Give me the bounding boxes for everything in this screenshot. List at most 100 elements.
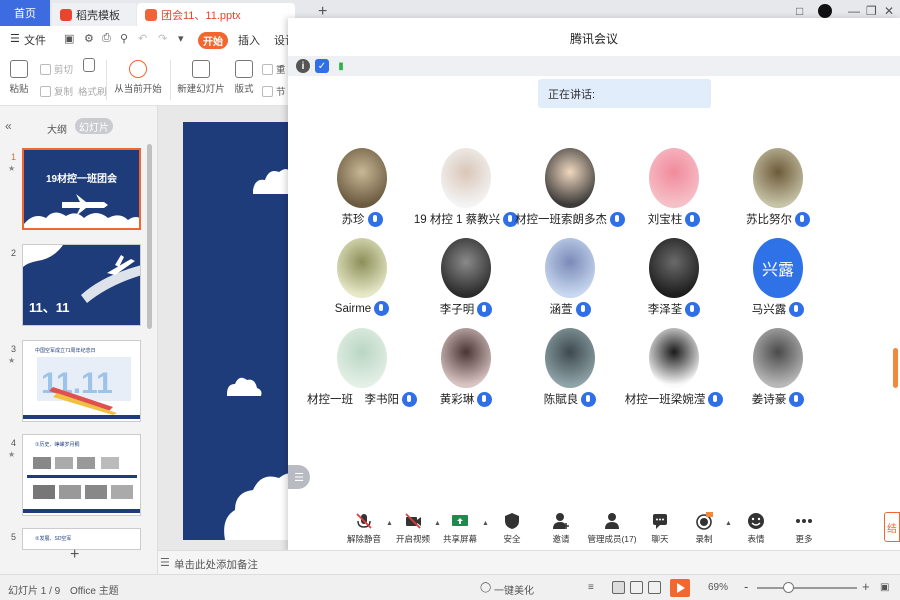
new-slide-button[interactable]: 新建幻灯片: [176, 60, 226, 95]
menu-start[interactable]: 开始: [198, 32, 228, 49]
export-pdf-icon[interactable]: ⚙: [84, 32, 94, 45]
slide-thumbnail[interactable]: 中国空军成立71周年纪念日 11.11: [22, 340, 141, 422]
normal-view-icon[interactable]: [612, 581, 625, 594]
participant-avatar: 兴露: [753, 238, 803, 298]
participant-avatar: [337, 238, 387, 298]
side-edge-button[interactable]: 结: [884, 512, 900, 542]
share-screen-button[interactable]: 共享屏幕: [434, 512, 486, 545]
participant-tile[interactable]: 兴露 马兴露: [723, 238, 833, 322]
copy-icon: [40, 85, 51, 97]
tab-outline[interactable]: 大纲: [47, 121, 67, 136]
tab-document[interactable]: 团会11、11.pptx: [137, 3, 295, 26]
participant-tile[interactable]: 材控一班 李书阳: [307, 328, 417, 412]
slide-thumbnail[interactable]: 19材控一班团会: [22, 148, 141, 230]
participant-scrollbar[interactable]: [893, 348, 898, 388]
current-slide[interactable]: [183, 122, 290, 540]
participant-name: 材控一班梁婉滢: [624, 394, 706, 406]
play-from-current-button[interactable]: 从当前开始: [112, 60, 164, 95]
active-speaker-indicator: 正在讲话:: [538, 79, 711, 108]
participant-tile[interactable]: 材控一班梁婉滢: [619, 328, 729, 412]
close-icon[interactable]: ✕: [884, 4, 894, 18]
slideshow-play-button[interactable]: [670, 579, 690, 597]
paste-button[interactable]: 粘贴: [6, 60, 32, 95]
participant-name-row: 黄彩琳: [411, 391, 521, 407]
tab-slides[interactable]: 幻灯片: [75, 118, 113, 134]
participant-tile[interactable]: Sairme: [307, 238, 417, 322]
print-icon[interactable]: ⎙: [102, 32, 111, 45]
participant-avatar: [545, 328, 595, 388]
zoom-level[interactable]: 69%: [708, 582, 728, 593]
participant-tile[interactable]: 材控一班索朗多杰: [515, 148, 625, 232]
fit-window-icon[interactable]: ▣: [880, 582, 889, 593]
thumbnail-scrollbar[interactable]: [147, 144, 152, 329]
participant-tile[interactable]: 李子明: [411, 238, 521, 322]
participant-tile[interactable]: 苏比努尔: [723, 148, 833, 232]
participant-tile[interactable]: 刘宝柱: [619, 148, 729, 232]
theme-name[interactable]: Office 主题: [70, 582, 119, 597]
invite-button[interactable]: 邀请: [535, 512, 587, 545]
quick-access-dropdown-icon[interactable]: ▾: [178, 32, 184, 45]
window-layout-icon[interactable]: □: [796, 4, 803, 18]
cut-button[interactable]: 剪切: [40, 62, 73, 76]
slide-sorter-view-icon[interactable]: [630, 581, 643, 594]
toggle-sidebar-handle[interactable]: ☰: [288, 465, 310, 489]
participant-tile[interactable]: 苏珍: [307, 148, 417, 232]
info-icon[interactable]: i: [296, 59, 310, 73]
save-icon[interactable]: ▣: [64, 32, 74, 45]
menu-insert[interactable]: 插入: [238, 32, 260, 48]
microphone-icon: [575, 301, 591, 317]
hamburger-icon[interactable]: ☰: [10, 32, 20, 45]
security-button[interactable]: 安全: [486, 512, 538, 545]
zoom-slider-track[interactable]: [757, 587, 857, 589]
slide-thumbnail[interactable]: 11、11: [22, 244, 141, 326]
participant-name-row: 苏比努尔: [723, 211, 833, 227]
reading-view-icon[interactable]: [648, 581, 661, 594]
avatar-initials: 兴露: [761, 262, 794, 279]
participant-name-row: 材控一班索朗多杰: [515, 211, 625, 227]
signal-strength-icon[interactable]: ▮: [334, 59, 348, 73]
zoom-slider-knob[interactable]: [783, 582, 794, 593]
section-button[interactable]: 节: [262, 84, 286, 98]
zoom-out-button[interactable]: -: [744, 579, 748, 594]
menu-file[interactable]: 文件: [24, 32, 46, 48]
slide-number: 3: [11, 344, 17, 354]
participant-avatar: [753, 148, 803, 208]
tab-templates[interactable]: 稻壳模板: [52, 3, 136, 26]
zoom-in-button[interactable]: +: [862, 579, 870, 594]
beautify-button[interactable]: 一键美化: [494, 582, 534, 597]
slide-thumbnail[interactable]: ①历史、峥嵘岁月稠: [22, 434, 141, 516]
user-avatar-icon[interactable]: [818, 4, 832, 18]
participant-tile[interactable]: 涵萱: [515, 238, 625, 322]
more-button[interactable]: 更多: [778, 512, 830, 545]
participant-tile[interactable]: 陈賦良: [515, 328, 625, 412]
add-slide-button[interactable]: +: [70, 546, 79, 564]
shield-icon[interactable]: ✓: [315, 59, 329, 73]
layout-button[interactable]: 版式: [232, 60, 256, 95]
notes-toggle-icon[interactable]: ≡: [588, 582, 594, 593]
restore-icon[interactable]: ❐: [866, 4, 877, 18]
collapse-panel-icon[interactable]: «: [5, 119, 12, 133]
notes-icon: ☰: [160, 557, 170, 569]
slide-thumbnail[interactable]: ②发展、SD空军: [22, 528, 141, 550]
participant-avatar: [545, 148, 595, 208]
participant-tile[interactable]: 姜诗豪: [723, 328, 833, 412]
microphone-muted-icon: [356, 513, 372, 529]
undo-icon[interactable]: ↶: [138, 32, 147, 45]
redo-icon[interactable]: ↷: [158, 32, 167, 45]
notes-pane[interactable]: ☰ 单击此处添加备注: [158, 550, 900, 574]
start-video-button[interactable]: 开启视频: [387, 512, 439, 545]
reset-button[interactable]: 重: [262, 62, 286, 76]
tab-home[interactable]: 首页: [0, 0, 50, 26]
copy-button[interactable]: 复制: [40, 84, 73, 98]
participant-tile[interactable]: 19 材控 1 蔡教兴: [411, 148, 521, 232]
record-label: 录制: [695, 534, 713, 544]
unmute-button[interactable]: 解除静音: [338, 512, 390, 545]
record-button[interactable]: 录制: [678, 512, 730, 545]
format-painter-button[interactable]: 格式刷: [78, 84, 107, 98]
print-preview-icon[interactable]: ⚲: [120, 32, 128, 45]
participant-tile[interactable]: 黄彩琳: [411, 328, 521, 412]
participant-tile[interactable]: 李泽荃: [619, 238, 729, 322]
reactions-button[interactable]: 表情: [730, 512, 782, 545]
manage-members-button[interactable]: 管理成员(17): [584, 512, 640, 545]
minimize-icon[interactable]: —: [848, 4, 860, 18]
